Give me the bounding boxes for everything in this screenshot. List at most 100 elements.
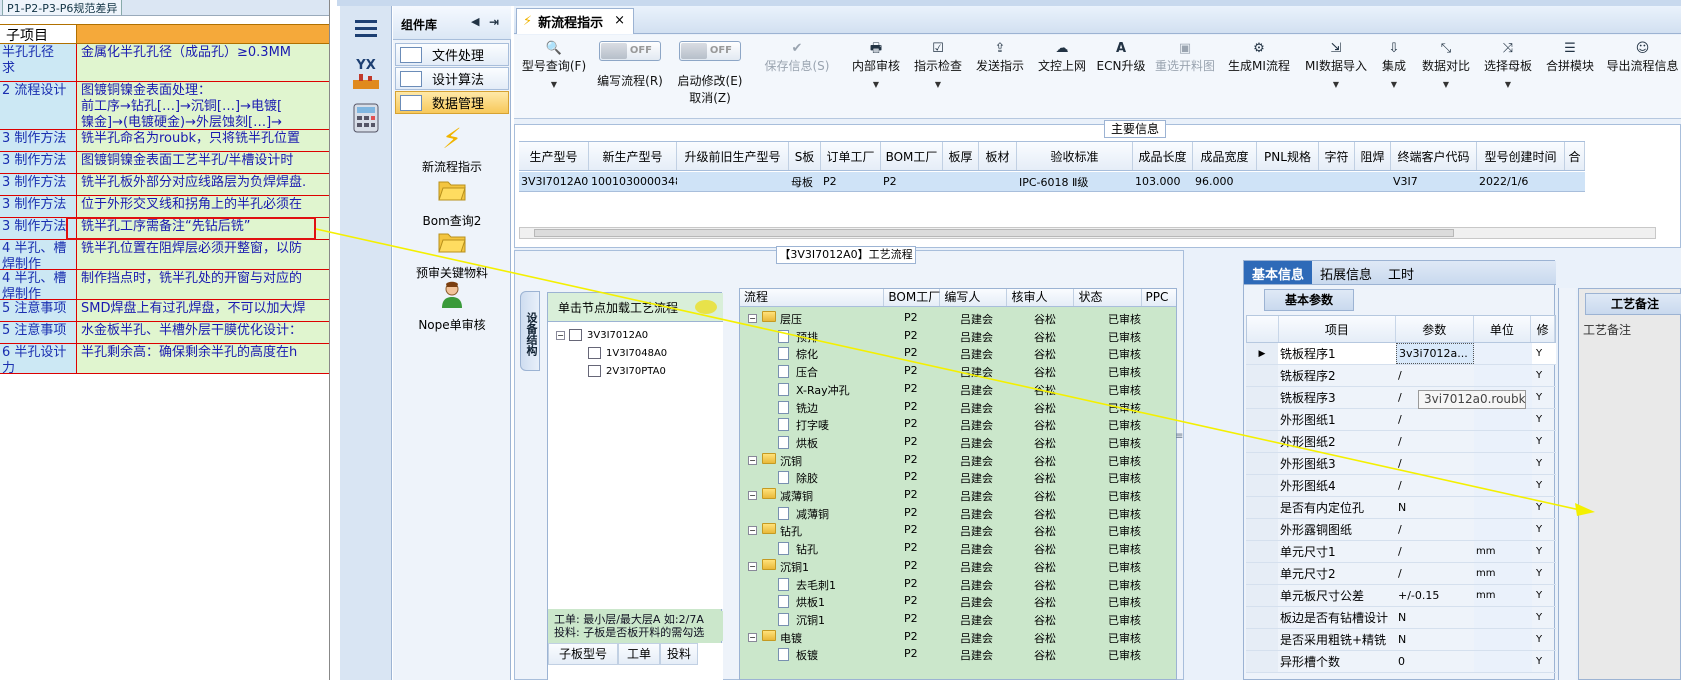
excel-row[interactable]: 5 注意事项 水金板半孔、半槽外层干膜优化设计： bbox=[0, 322, 329, 344]
flow-row[interactable]: 钻孔 P2 吕建会 谷松 已审核 bbox=[740, 539, 1160, 558]
param-value[interactable]: N bbox=[1396, 629, 1474, 650]
grid-header-cell[interactable]: 终端客户代码 bbox=[1391, 142, 1477, 170]
param-row[interactable]: 外形图纸2 / Y bbox=[1246, 431, 1556, 453]
param-row[interactable]: 外形露铜图纸 / Y bbox=[1246, 519, 1556, 541]
params-header-unit[interactable]: 单位 bbox=[1474, 316, 1532, 342]
excel-row[interactable]: 3 制作方法 图镀铜镍金表面工艺半孔/半槽设计时 bbox=[0, 152, 329, 174]
param-value[interactable]: N bbox=[1396, 497, 1474, 518]
collapse-icon[interactable]: − bbox=[556, 330, 565, 340]
grid-header-cell[interactable]: 型号创建时间 bbox=[1477, 142, 1565, 170]
integrate-button[interactable]: ⇩ 集成 ▼ bbox=[1376, 41, 1412, 117]
param-value[interactable]: / bbox=[1396, 519, 1474, 540]
param-unit[interactable] bbox=[1474, 497, 1532, 518]
write-process-toggle[interactable]: OFF 编写流程(R) bbox=[594, 41, 666, 117]
grid-cell[interactable]: P2 bbox=[881, 172, 943, 191]
param-flag[interactable]: Y bbox=[1532, 475, 1556, 496]
grid-cell[interactable] bbox=[979, 172, 1017, 191]
excel-row[interactable]: 3 制作方法 铣半孔命名为roubk，只将铣半孔位置 bbox=[0, 130, 329, 152]
param-flag[interactable]: Y bbox=[1532, 607, 1556, 628]
param-unit[interactable] bbox=[1474, 629, 1532, 650]
excel-cell-category[interactable]: 3 制作方法 bbox=[0, 130, 77, 152]
start-modify-toggle[interactable]: OFF 启动修改(E) 取消(Z) bbox=[670, 41, 750, 117]
params-header-item[interactable]: 项目 bbox=[1279, 316, 1397, 342]
save-info-button[interactable]: ✔ 保存信息(S) bbox=[762, 41, 832, 117]
param-unit[interactable]: mm bbox=[1474, 563, 1532, 584]
excel-cell-content[interactable]: 图镀铜镍金表面工艺半孔/半槽设计时 bbox=[77, 152, 329, 174]
internal-review-button[interactable]: 🖶 内部审核 ▼ bbox=[848, 41, 904, 117]
param-unit[interactable] bbox=[1474, 651, 1532, 672]
equipment-structure-tab[interactable]: 设备结构 bbox=[520, 291, 540, 371]
param-unit[interactable] bbox=[1474, 475, 1532, 496]
tree-node-child[interactable]: 1V3I7048A0 bbox=[588, 347, 667, 359]
excel-cell-content[interactable]: 铣半孔板外部分对应线路层为负焊焊盘. bbox=[77, 174, 329, 196]
flow-row[interactable]: 板镀 P2 吕建会 谷松 已审核 bbox=[740, 645, 1160, 664]
grid-cell[interactable]: V3I7 bbox=[1391, 172, 1477, 191]
flow-row[interactable]: − 沉铜1 P2 吕建会 谷松 已审核 bbox=[740, 557, 1160, 576]
excel-row[interactable]: 5 注意事项 SMD焊盘上有过孔焊盘，不可以加大焊 bbox=[0, 300, 329, 322]
tab-work-hours[interactable]: 工时 bbox=[1380, 261, 1422, 284]
param-flag[interactable]: Y bbox=[1532, 453, 1556, 474]
flow-row[interactable]: 烘板1 P2 吕建会 谷松 已审核 bbox=[740, 592, 1160, 611]
grid-header-cell[interactable]: PNL规格 bbox=[1257, 142, 1319, 170]
tab-extended-info[interactable]: 拓展信息 bbox=[1312, 261, 1380, 284]
send-instruction-button[interactable]: ⇪ 发送指示 bbox=[972, 41, 1028, 117]
collapse-icon[interactable]: − bbox=[748, 314, 757, 323]
flow-row[interactable]: − 钻孔 P2 吕建会 谷松 已审核 bbox=[740, 521, 1160, 540]
grid-header-cell[interactable]: 板材 bbox=[979, 142, 1017, 170]
flow-row[interactable]: 预排 P2 吕建会 谷松 已审核 bbox=[740, 327, 1160, 346]
param-row[interactable]: 单元尺寸1 /mm Y bbox=[1246, 541, 1556, 563]
excel-cell-category[interactable]: 6 半孔设计 力 bbox=[0, 344, 77, 374]
reselect-cutting-button[interactable]: ▣ 重选开料图 bbox=[1152, 41, 1218, 117]
excel-sheet-tab[interactable]: P1-P2-P3-P6规范差异 bbox=[2, 0, 123, 15]
excel-cell-category[interactable]: 3 制作方法 bbox=[0, 196, 77, 218]
collapse-icon[interactable]: − bbox=[748, 561, 757, 571]
excel-cell-content[interactable]: 金属化半孔孔径（成品孔）≥0.3MM bbox=[77, 44, 329, 82]
export-process-button[interactable]: ☺ 导出流程信息 bbox=[1604, 41, 1681, 117]
scroll-thumb[interactable] bbox=[534, 229, 1454, 237]
menu-icon[interactable] bbox=[348, 10, 384, 46]
grid-cell[interactable]: 10010300003488 bbox=[589, 172, 677, 191]
flow-row[interactable]: 烘板 P2 吕建会 谷松 已审核 bbox=[740, 433, 1160, 452]
grid-header-cell[interactable]: 板厚 bbox=[943, 142, 979, 170]
calculator-icon[interactable] bbox=[348, 100, 384, 136]
flow-row[interactable]: 减薄铜 P2 吕建会 谷松 已审核 bbox=[740, 504, 1160, 523]
flow-row[interactable]: 压合 P2 吕建会 谷松 已审核 bbox=[740, 362, 1160, 381]
flow-row[interactable]: 去毛刺1 P2 吕建会 谷松 已审核 bbox=[740, 575, 1160, 594]
excel-cell-content[interactable]: 铣半孔命名为roubk，只将铣半孔位置 bbox=[77, 130, 329, 152]
lib-button-algorithm[interactable]: 设计算法 bbox=[395, 67, 509, 90]
param-value[interactable]: / bbox=[1396, 453, 1474, 474]
excel-cell-category[interactable]: 3 制作方法 bbox=[0, 152, 77, 174]
excel-cell-category[interactable]: 5 注意事项 bbox=[0, 322, 77, 344]
toggle-switch[interactable]: OFF bbox=[599, 41, 661, 61]
param-unit[interactable] bbox=[1474, 431, 1532, 452]
param-row[interactable]: 是否采用粗铣+精铣 N Y bbox=[1246, 629, 1556, 651]
param-unit[interactable] bbox=[1474, 519, 1532, 540]
data-compare-button[interactable]: ⤡ 数据对比 ▼ bbox=[1418, 41, 1474, 117]
param-value[interactable]: +/-0.15 bbox=[1396, 585, 1474, 606]
excel-cell-category[interactable]: 5 注意事项 bbox=[0, 300, 77, 322]
doc-control-online-button[interactable]: ☁ 文控上网 bbox=[1034, 41, 1090, 117]
close-icon[interactable]: × bbox=[614, 13, 625, 28]
tab-basic-info[interactable]: 基本信息 bbox=[1244, 261, 1313, 284]
param-value[interactable]: / bbox=[1396, 541, 1474, 562]
grid-header-cell[interactable]: 生产型号 bbox=[519, 142, 589, 170]
excel-cell-category[interactable]: 4 半孔、槽 焊制作 bbox=[0, 270, 77, 300]
cancel-label[interactable]: 取消(Z) bbox=[689, 91, 731, 105]
param-flag[interactable]: Y bbox=[1532, 541, 1556, 562]
collapse-icon[interactable]: − bbox=[748, 526, 757, 536]
grid-header-cell[interactable]: BOM工厂 bbox=[881, 142, 943, 170]
grid-cell[interactable]: 103.000 bbox=[1133, 172, 1193, 191]
excel-cell-content[interactable]: 制作挡点时，铣半孔处的开窗与对应的 bbox=[77, 270, 329, 300]
collapse-icon[interactable]: − bbox=[748, 491, 757, 500]
param-flag[interactable]: Y bbox=[1532, 431, 1556, 452]
excel-cell-category[interactable]: 3 制作方法 bbox=[0, 174, 77, 196]
param-value[interactable]: N bbox=[1396, 607, 1474, 628]
grid-cell[interactable] bbox=[1257, 172, 1319, 191]
generate-mi-button[interactable]: ⚙ 生成MI流程 bbox=[1224, 41, 1294, 117]
param-unit[interactable] bbox=[1474, 607, 1532, 628]
grid-cell[interactable]: 96.000 bbox=[1193, 172, 1257, 191]
lib-item-bom-query[interactable]: Bom查询2 bbox=[393, 176, 511, 229]
grid-cell[interactable] bbox=[1319, 172, 1355, 191]
excel-cell-content[interactable]: 水金板半孔、半槽外层干膜优化设计： bbox=[77, 322, 329, 344]
param-row[interactable]: 外形图纸1 / Y bbox=[1246, 409, 1556, 431]
